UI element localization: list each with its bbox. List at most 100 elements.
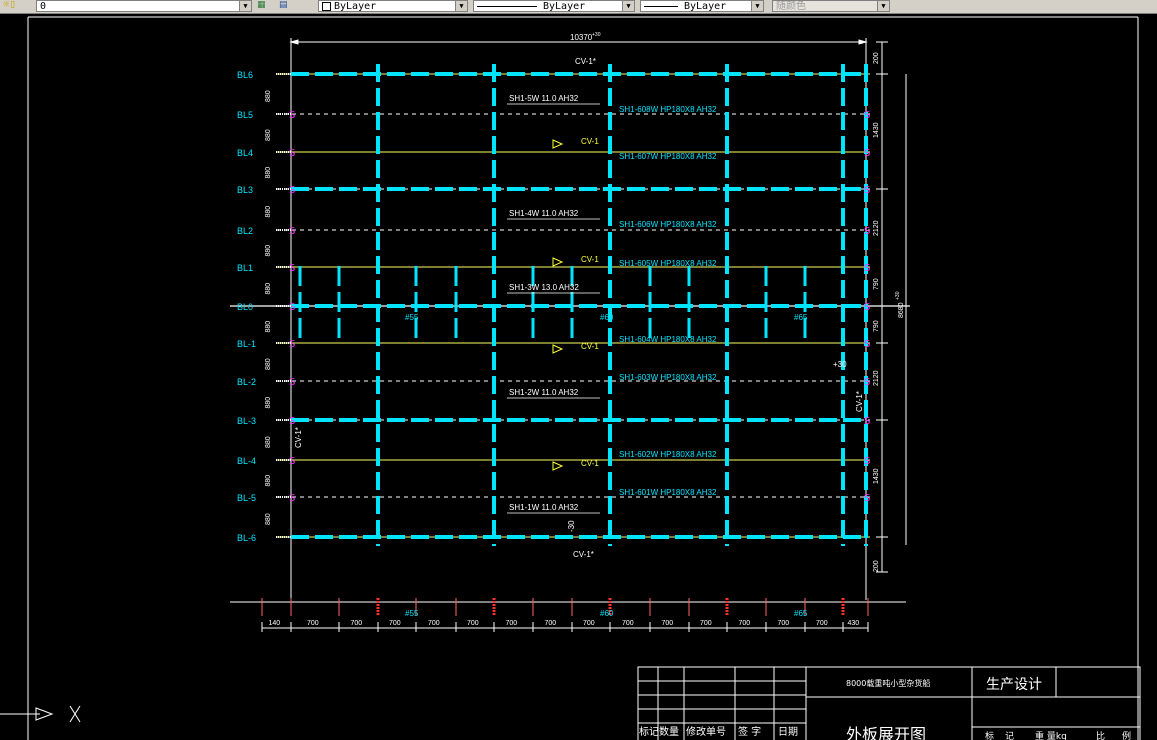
weld-mark-icon: S: [289, 148, 295, 159]
lineweight-dropdown[interactable]: ByLayer ▼: [640, 0, 764, 12]
cv-mid-label: CV-1: [581, 459, 599, 468]
bottom-dimension-text: 700: [700, 620, 712, 627]
right-dimension-text: 200: [873, 560, 880, 572]
cv-marker-icon: [552, 257, 564, 267]
profile-label: SH1-607W HP180X8 AH32: [619, 152, 717, 161]
bottom-dimension-text: 700: [622, 620, 634, 627]
ucs-icon: [0, 705, 81, 723]
plus30-label: +30: [833, 360, 847, 369]
lineweight-preview-icon: [644, 5, 678, 7]
right-dimension-text: 790: [873, 320, 880, 332]
title-block-right-header: 例: [1122, 730, 1131, 740]
weld-mark-icon: S: [289, 185, 295, 196]
layer-dropdown[interactable]: 0 ▼: [36, 0, 252, 12]
bottom-dimension-text: 700: [506, 620, 518, 627]
cv-mid-label: CV-1: [581, 255, 599, 264]
layer-previous-icon[interactable]: ▤: [279, 0, 288, 11]
left-dimension-text: 880: [265, 283, 272, 295]
left-dimension-text: 880: [265, 358, 272, 370]
bottom-dimension-text: 700: [778, 620, 790, 627]
title-block-header: 日期: [778, 726, 798, 738]
weld-mark-icon: S: [289, 493, 295, 504]
frame-label: #65: [794, 313, 808, 322]
minus30-label: -30: [567, 520, 576, 532]
chevron-down-icon: ▼: [877, 1, 889, 11]
left-dimension-text: 880: [265, 206, 272, 218]
profile-label: SH1-604W HP180X8 AH32: [619, 335, 717, 344]
lineweight-value: ByLayer: [684, 1, 727, 12]
title-block-header: 修改单号: [686, 725, 726, 738]
row-label: BL4: [237, 148, 253, 158]
bottom-dimension-text: 700: [816, 620, 828, 627]
profile-label: SH1-601W HP180X8 AH32: [619, 488, 717, 497]
layer-manager-icon[interactable]: ▦: [257, 0, 266, 11]
properties-toolbar: ☼▯ 0 ▼ ▦ ▤ ByLayer ▼ ByLayer ▼ ByLayer ▼…: [0, 0, 1157, 14]
row-label: BL-2: [237, 377, 256, 387]
left-dimension-text: 880: [265, 90, 272, 102]
weld-mark-icon: S: [289, 339, 295, 350]
right-total-text: 8680: [898, 302, 905, 318]
plotstyle-value: 随颜色: [776, 1, 806, 12]
bottom-frame-label: #55: [405, 609, 419, 618]
bottom-dimension-text: 700: [389, 620, 401, 627]
right-total-tolerance: +30: [895, 291, 901, 300]
bottom-dimension-text: 430: [848, 620, 860, 627]
bottom-dimension-text: 700: [739, 620, 751, 627]
right-dimension-text: 200: [873, 52, 880, 64]
chevron-down-icon[interactable]: ▼: [239, 1, 251, 11]
color-swatch-icon: [322, 1, 331, 11]
row-label: BL1: [237, 263, 253, 273]
title-block-right-header: 重 量kg: [1035, 730, 1067, 740]
weld-mark-icon: S: [289, 377, 295, 388]
title-block-header: 标记: [639, 726, 659, 738]
weld-mark-icon: S: [864, 226, 870, 237]
drawing-title: 外板展开图: [846, 725, 926, 740]
row-label: BL-1: [237, 339, 256, 349]
weld-mark-icon: S: [289, 416, 295, 427]
right-dimension-text: 2120: [873, 370, 880, 386]
drawing-canvas[interactable]: 10370 +30 CV-1 CV-1 CV-1 CV-1 CV-1* CV-1* +30 -…: [0, 13, 1157, 740]
linetype-dropdown[interactable]: ByLayer ▼: [473, 0, 635, 12]
linetype-value: ByLayer: [543, 1, 586, 12]
chevron-down-icon[interactable]: ▼: [455, 1, 467, 11]
company-name: 生产设计: [986, 677, 1042, 693]
weld-mark-icon: S: [864, 493, 870, 504]
frame-grid: CV-1 CV-1 CV-1 CV-1 CV-1* CV-1* +30 -30 CV-1* CV-…: [276, 57, 870, 559]
chevron-down-icon[interactable]: ▼: [622, 1, 634, 11]
frame-label: #60: [600, 313, 614, 322]
bottom-frame-label: #65: [794, 609, 808, 618]
bottom-dimension-text: 700: [351, 620, 363, 627]
left-dimension-text: 880: [265, 129, 272, 141]
right-dimensions: 200 1430 2120 790 790 2120 1430 200 8680 +30: [873, 41, 907, 573]
right-dimension-text: 2120: [873, 220, 880, 236]
project-name: 8000载重吨小型杂货船: [846, 678, 930, 688]
color-dropdown[interactable]: ByLayer ▼: [318, 0, 468, 12]
title-block-right-header: 标: [985, 730, 994, 740]
row-label: BL-6: [237, 533, 256, 543]
right-dimension-text: 790: [873, 278, 880, 290]
cv-marker-icon: [552, 461, 564, 471]
left-dimension-text: 880: [265, 475, 272, 487]
left-dimension-text: 880: [265, 436, 272, 448]
cv-top-label: CV-1*: [575, 57, 596, 66]
left-dimension-text: 880: [265, 397, 272, 409]
member-labels: SH1-5W 11.0 AH32 SH1-4W 11.0 AH32 SH1-3W 1…: [405, 94, 808, 514]
linetype-preview-icon: [477, 5, 537, 7]
bottom-dimension-text: 700: [583, 620, 595, 627]
weld-mark-icon: S: [289, 226, 295, 237]
cv-mid-label: CV-1: [581, 137, 599, 146]
row-label: BL-3: [237, 416, 256, 426]
chevron-down-icon[interactable]: ▼: [751, 1, 763, 11]
weld-mark-icon: S: [289, 110, 295, 121]
title-block-right-header: 比: [1096, 730, 1105, 740]
weld-mark-icon: S: [864, 377, 870, 388]
profile-label: SH1-602W HP180X8 AH32: [619, 450, 717, 459]
plotstyle-dropdown: 随颜色 ▼: [772, 0, 890, 12]
profile-label: SH1-603W HP180X8 AH32: [619, 373, 717, 382]
cv-marker-icon: [552, 139, 564, 149]
cv-left-label: CV-1*: [294, 427, 303, 448]
profile-label: SH1-605W HP180X8 AH32: [619, 259, 717, 268]
layer-state-icons[interactable]: ☼▯: [2, 0, 15, 11]
bottom-dimension-text: 700: [467, 620, 479, 627]
title-block-right-header: 记: [1005, 731, 1014, 740]
